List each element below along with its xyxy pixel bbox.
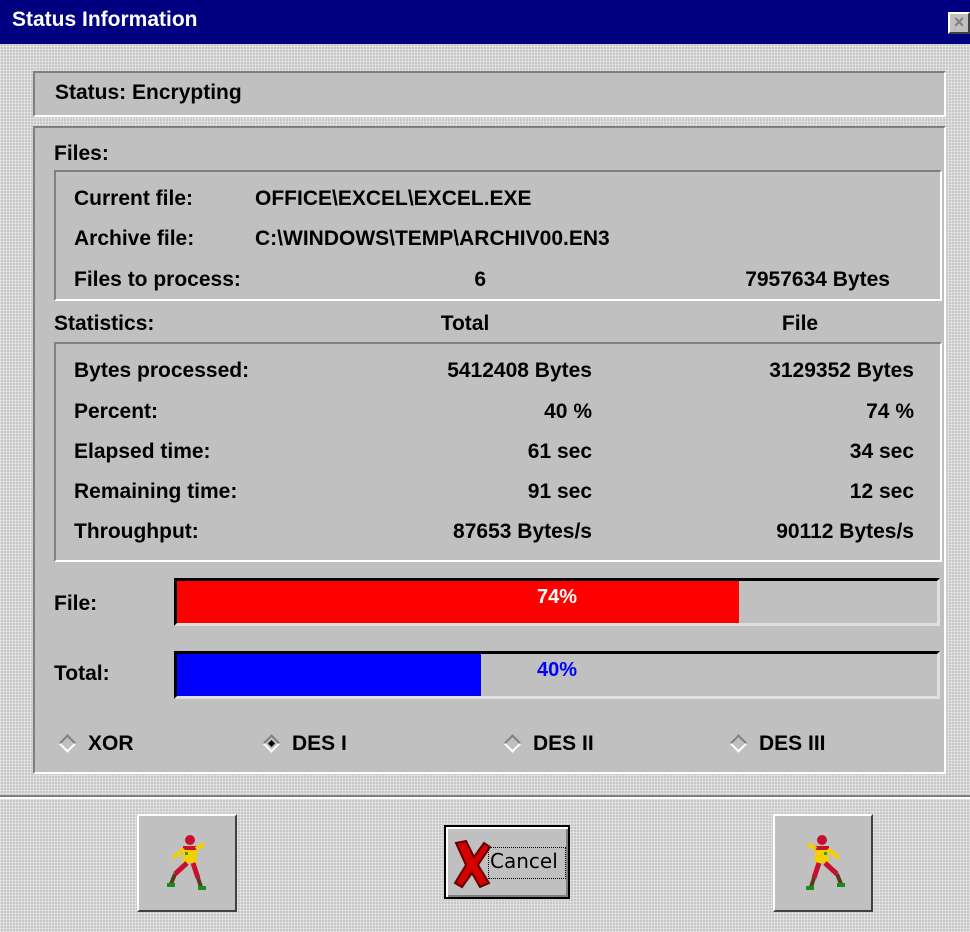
status-panel: Status: Encrypting xyxy=(33,71,946,117)
statistics-row-file: 3129352 Bytes xyxy=(769,359,914,382)
file-progress-label: File: xyxy=(54,592,98,615)
radio-button[interactable] xyxy=(729,734,748,753)
statistics-file-header: File xyxy=(781,312,819,335)
file-progress-text: 74% xyxy=(536,586,578,608)
total-progress-label: Total: xyxy=(54,662,110,685)
window-title: Status Information xyxy=(12,8,198,31)
statistics-row-file: 12 sec xyxy=(849,480,914,503)
radio-option-des-i[interactable]: DES I xyxy=(258,728,408,762)
statistics-row-total: 61 sec xyxy=(527,440,592,463)
radio-button[interactable] xyxy=(503,734,522,753)
statistics-row-file: 90112 Bytes/s xyxy=(776,520,914,543)
files-to-process-label: Files to process: xyxy=(74,268,241,291)
radio-label: DES II xyxy=(533,732,594,755)
files-to-process-count: 6 xyxy=(474,268,486,291)
radio-label: DES III xyxy=(759,732,826,755)
left-run-button[interactable] xyxy=(137,814,237,912)
running-man-icon xyxy=(167,835,206,890)
statistics-total-header: Total xyxy=(440,312,490,335)
statistics-row-file: 74 % xyxy=(866,400,914,423)
file-progress-bar: 74% xyxy=(174,578,940,626)
archive-file-value: C:\WINDOWS\TEMP\ARCHIV00.EN3 xyxy=(255,227,610,250)
radio-label: XOR xyxy=(88,732,134,755)
radio-option-xor[interactable]: XOR xyxy=(54,728,204,762)
statistics-row-total: 91 sec xyxy=(527,480,592,503)
statistics-row-total: 87653 Bytes/s xyxy=(453,520,592,543)
files-section-label: Files: xyxy=(54,142,109,165)
archive-file-label: Archive file: xyxy=(74,227,195,250)
total-progress-text: 40% xyxy=(536,659,578,681)
radio-button[interactable] xyxy=(262,734,281,753)
radio-selected-dot xyxy=(267,739,276,748)
bottom-separator xyxy=(0,795,970,799)
files-to-process-bytes: 7957634 Bytes xyxy=(745,268,890,291)
close-icon[interactable]: × xyxy=(948,12,970,34)
radio-option-des-ii[interactable]: DES II xyxy=(499,728,649,762)
title-bar: Status Information × xyxy=(0,0,970,44)
radio-option-des-iii[interactable]: DES III xyxy=(725,728,875,762)
right-run-button[interactable] xyxy=(773,814,873,912)
current-file-value: OFFICE\EXCEL\EXCEL.EXE xyxy=(255,187,532,210)
radio-label: DES I xyxy=(292,732,347,755)
statistics-row-total: 40 % xyxy=(544,400,592,423)
total-progress-bar: 40% xyxy=(174,651,940,699)
cancel-button[interactable]: Cancel xyxy=(444,825,570,899)
statistics-row-label: Bytes processed: xyxy=(74,359,250,382)
statistics-row-label: Remaining time: xyxy=(74,480,238,503)
running-man-icon xyxy=(806,835,845,890)
statistics-row-label: Percent: xyxy=(74,400,159,423)
statistics-row-label: Elapsed time: xyxy=(74,440,211,463)
cancel-button-label: Cancel xyxy=(490,849,558,873)
statistics-row-total: 5412408 Bytes xyxy=(447,359,592,382)
status-text: Status: Encrypting xyxy=(55,81,242,104)
statistics-row-file: 34 sec xyxy=(849,440,914,463)
radio-button[interactable] xyxy=(58,734,77,753)
statistics-section-label: Statistics: xyxy=(54,312,155,335)
red-x-icon xyxy=(453,839,492,889)
current-file-label: Current file: xyxy=(74,187,194,210)
statistics-row-label: Throughput: xyxy=(74,520,199,543)
